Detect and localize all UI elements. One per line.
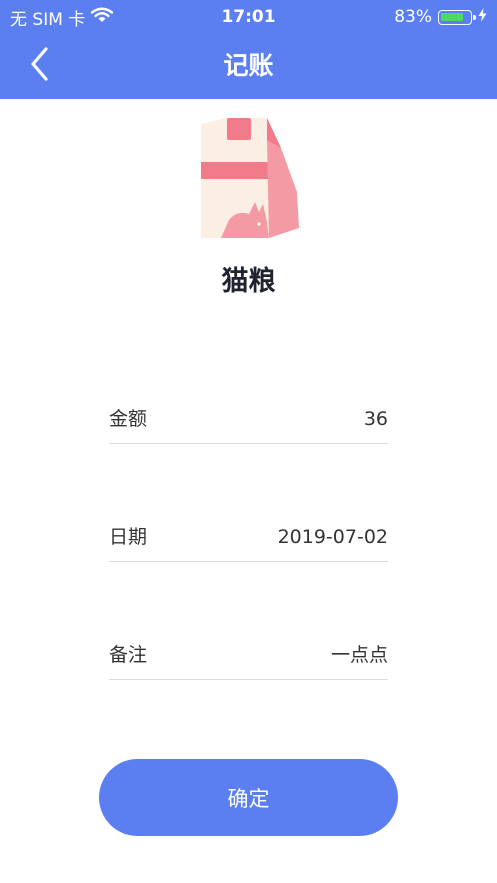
- nav-bar: 记账: [0, 34, 497, 99]
- page-title: 记账: [223, 51, 274, 80]
- date-value[interactable]: 2019-07-02: [278, 523, 388, 551]
- battery-icon: [438, 9, 476, 25]
- note-label: 备注: [109, 644, 148, 666]
- amount-field[interactable]: 金额 36: [109, 393, 388, 444]
- battery-level: [441, 12, 463, 21]
- header: 无 SIM 卡 17:01 83% 记账: [0, 0, 497, 99]
- note-field[interactable]: 备注 一点点: [109, 629, 388, 680]
- date-field[interactable]: 日期 2019-07-02: [109, 511, 388, 562]
- category-name: 猫粮: [221, 266, 276, 297]
- date-label: 日期: [109, 526, 148, 548]
- cat-food-bag-icon: [193, 112, 305, 242]
- status-right: 83%: [394, 5, 487, 29]
- status-bar: 无 SIM 卡 17:01 83%: [0, 0, 497, 34]
- lightning-icon: [478, 7, 487, 27]
- battery-percent: 83%: [394, 7, 432, 27]
- confirm-button[interactable]: 确定: [99, 759, 398, 836]
- amount-label: 金额: [109, 408, 148, 430]
- add-expense-screen: 无 SIM 卡 17:01 83% 记账 猫粮 金额 36 日期 2019-07…: [0, 0, 497, 883]
- amount-value[interactable]: 36: [364, 405, 388, 433]
- note-value[interactable]: 一点点: [331, 641, 388, 669]
